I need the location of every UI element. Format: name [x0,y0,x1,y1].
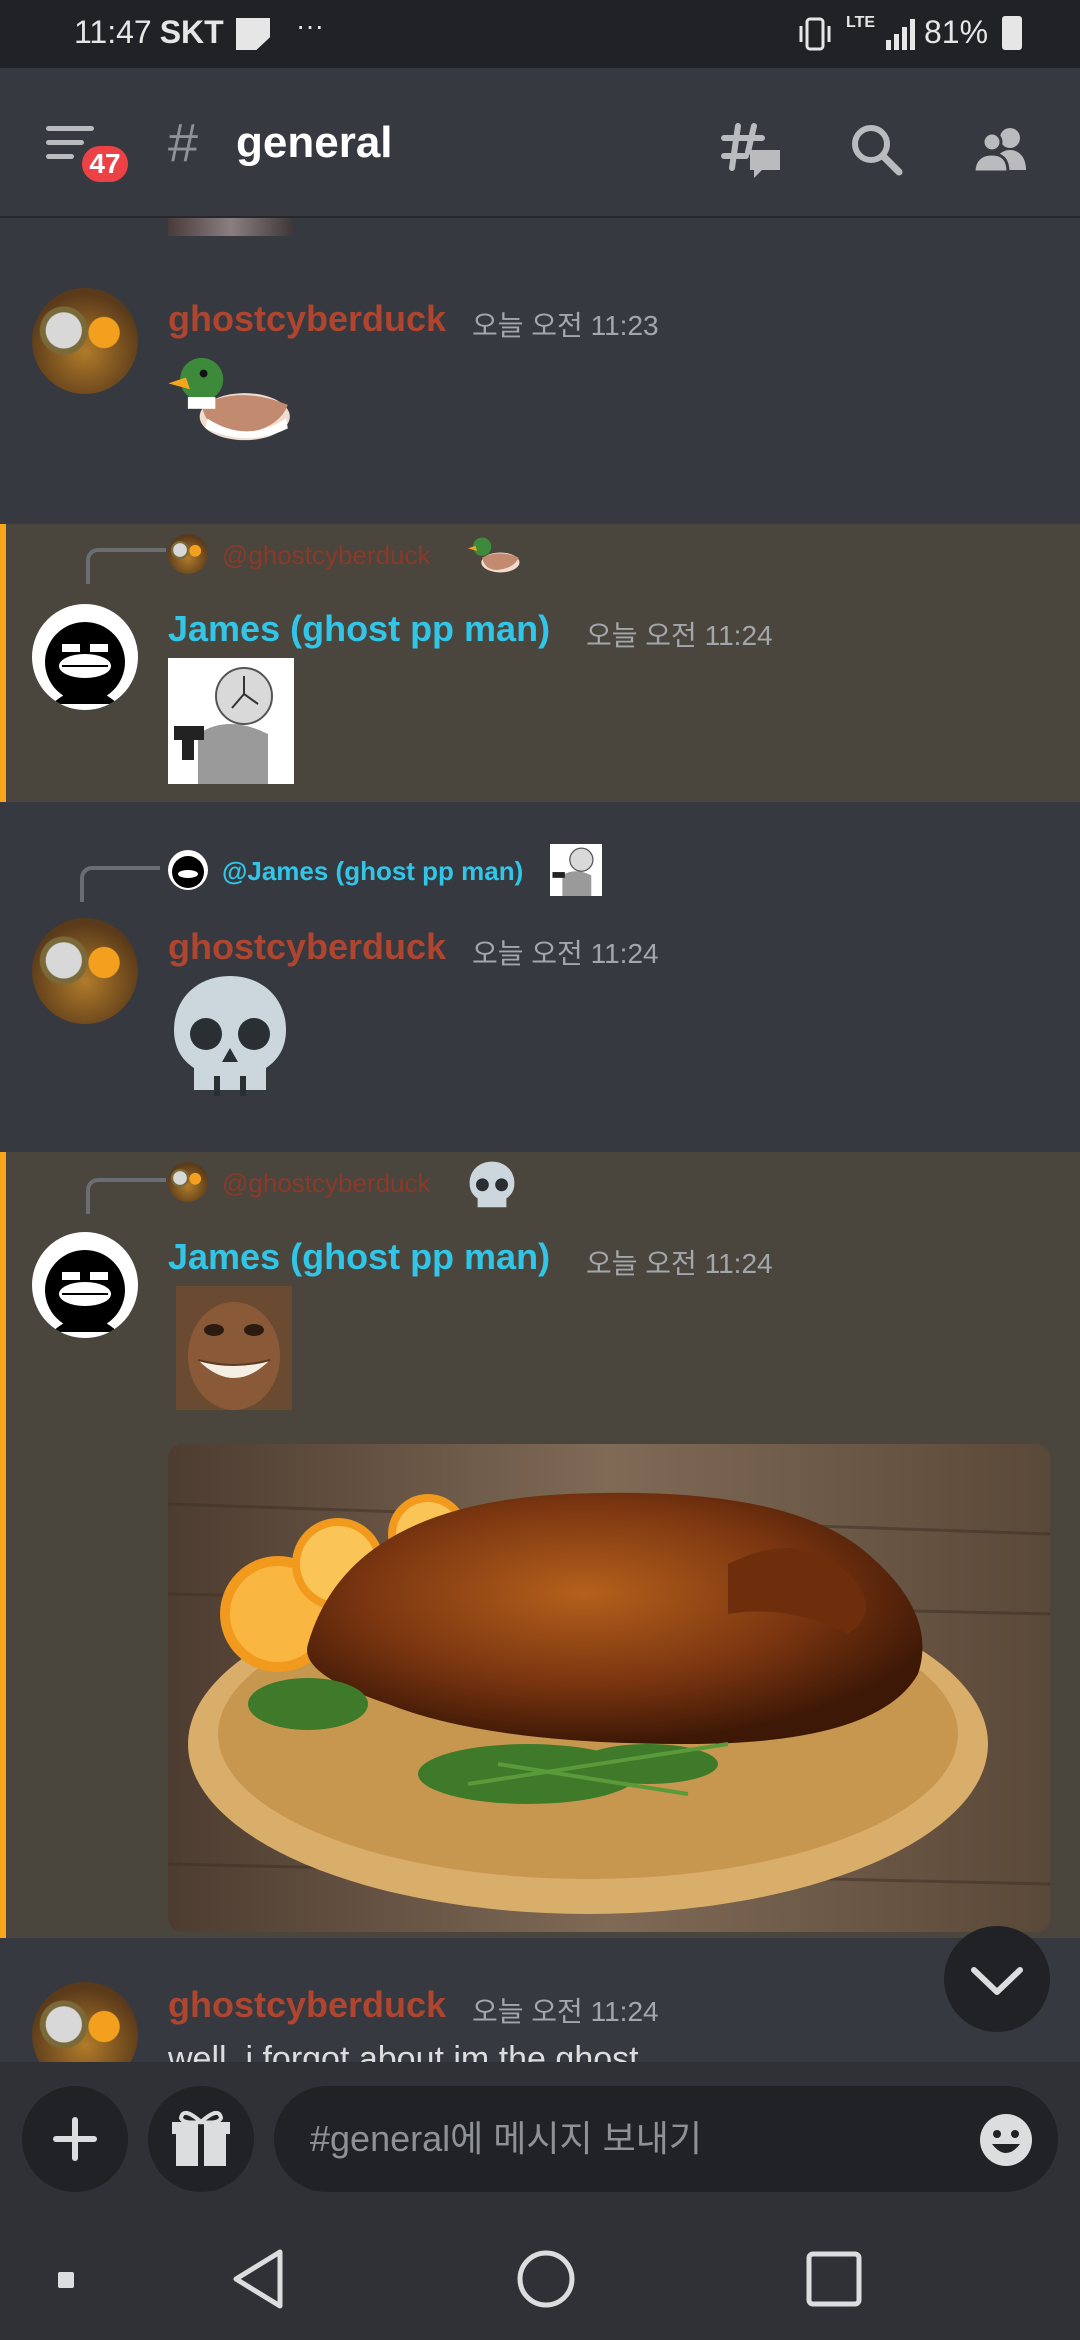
message-composer [0,2062,1080,2218]
dot-icon [58,2272,74,2288]
reply-target[interactable]: @James (ghost pp man) [222,856,523,887]
timestamp: 오늘 오전 11:24 [472,1996,659,2027]
timestamp: 오늘 오전 11:24 [586,1248,773,1279]
chevron-down-icon [944,1926,1050,2032]
reply-avatar [168,850,208,890]
gift-icon [172,2110,230,2166]
author-name[interactable]: James (ghost pp man) [168,608,550,650]
author-name[interactable]: ghostcyberduck [168,1984,446,2026]
jump-to-present-button[interactable] [944,1926,1080,2032]
timestamp: 오늘 오전 11:24 [586,620,773,651]
unread-badge: 47 [78,142,132,186]
discord-screen: 11:47 SKT ··· LTE 81% 47 # general ghostc… [0,0,1080,2340]
message-1: ghostcyberduck 오늘 오전 11:23 [0,258,1080,524]
avatar-ghostcyberduck[interactable] [32,918,138,1024]
reply-duck-emoji [468,537,520,573]
hash-icon: # [168,113,199,173]
reply-skull-emoji [469,1161,515,1208]
back-button[interactable] [220,2242,300,2316]
home-circle-icon [517,2250,575,2308]
grinning-face-sticker[interactable] [176,1286,292,1410]
reply-target[interactable]: @ghostcyberduck [222,540,431,571]
previous-image-fragment [168,218,294,236]
roast-duck-photo[interactable] [168,1444,1050,1932]
plus-icon [53,2117,97,2161]
reply-target[interactable]: @ghostcyberduck [222,1168,431,1199]
battery-percent: 81% [924,14,989,50]
attach-button[interactable] [22,2086,128,2192]
reply-connector [86,1178,166,1214]
vibrate-icon [799,17,831,51]
carrier-label: SKT [159,14,224,50]
gun-meme-sticker[interactable] [168,658,294,784]
status-time: 11:47 SKT [74,14,224,50]
avatar-james[interactable] [32,1232,138,1338]
message-5: ghostcyberduck 오늘 오전 11:24 well, i forgo… [0,1938,1080,2062]
home-button[interactable] [506,2242,586,2316]
system-navigation-bar [0,2218,1080,2340]
author-name[interactable]: ghostcyberduck [168,298,446,340]
message-3: @James (ghost pp man) ghostcyberduck 오늘 … [0,802,1080,1152]
avatar-james[interactable] [32,604,138,710]
emoji-picker-icon[interactable] [978,2112,1034,2168]
reply-thumb [550,844,602,896]
members-icon[interactable] [970,118,1034,182]
recents-square-icon [806,2251,862,2307]
reply-connector [86,548,166,584]
gift-button[interactable] [148,2086,254,2192]
reply-avatar [168,1162,208,1202]
duck-emoji [168,357,290,441]
message-text: well, i forgot about im the ghost [168,2040,639,2062]
more-notifications-icon: ··· [296,10,324,41]
channel-title[interactable]: general [236,118,393,168]
message-4: @ghostcyberduck James (ghost pp man) 오늘 … [0,1152,1080,1938]
reply-avatar [168,534,208,574]
avatar-ghostcyberduck[interactable] [32,288,138,394]
threads-icon[interactable] [720,118,784,182]
search-icon[interactable] [845,118,909,182]
back-triangle-icon [233,2249,283,2309]
reply-connector [80,866,160,902]
nav-dot-button[interactable] [26,2242,106,2316]
lte-icon: LTE [846,14,876,31]
skull-emoji [174,976,286,1096]
timestamp: 오늘 오전 11:24 [472,938,659,969]
battery-icon [1002,16,1022,50]
message-2: @ghostcyberduck James (ghost pp man) 오늘 … [0,524,1080,802]
channel-header: 47 # general [0,68,1080,218]
recents-button[interactable] [794,2242,874,2316]
signal-icon [886,19,915,50]
message-input[interactable] [274,2086,1058,2192]
note-notification-icon [236,18,270,50]
author-name[interactable]: James (ghost pp man) [168,1236,550,1278]
status-bar: 11:47 SKT ··· LTE 81% [0,0,1080,68]
author-name[interactable]: ghostcyberduck [168,926,446,968]
timestamp: 오늘 오전 11:23 [472,310,659,341]
avatar-ghostcyberduck[interactable] [32,1982,138,2062]
